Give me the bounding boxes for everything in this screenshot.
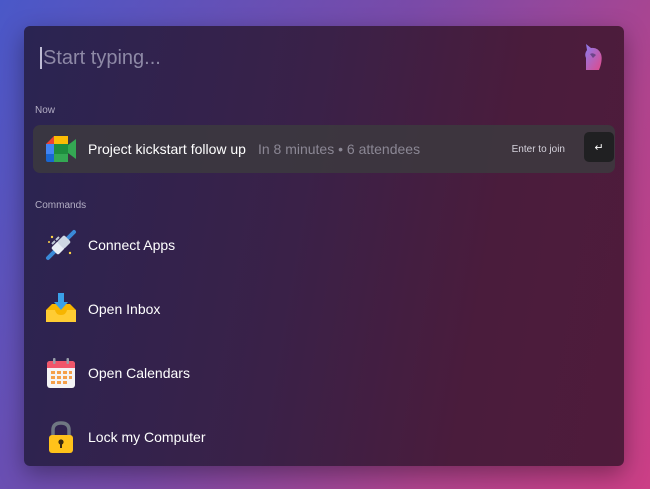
meeting-title: Project kickstart follow up [88, 141, 246, 157]
command-label: Open Calendars [88, 365, 190, 381]
lock-icon [49, 421, 73, 453]
command-label: Open Inbox [88, 301, 161, 317]
enter-key-button[interactable]: ↵ [584, 132, 614, 162]
command-label: Connect Apps [88, 237, 176, 253]
plug-icon [46, 230, 76, 260]
calendar-icon [47, 358, 75, 388]
command-label: Lock my Computer [88, 429, 206, 445]
command-connect-apps[interactable]: Connect Apps [33, 219, 615, 271]
text-cursor [40, 47, 42, 69]
inbox-icon [46, 293, 76, 322]
google-meet-icon [46, 136, 76, 162]
command-palette: Now Project kickstart follow up In 8 min… [24, 26, 624, 466]
search-bar[interactable] [40, 44, 560, 72]
command-open-inbox[interactable]: Open Inbox [33, 283, 615, 335]
section-label-commands: Commands [35, 200, 87, 211]
app-logo-icon [585, 44, 602, 70]
command-open-calendars[interactable]: Open Calendars [33, 347, 615, 399]
section-label-now: Now [35, 105, 56, 116]
meeting-meta: In 8 minutes • 6 attendees [257, 141, 421, 157]
search-input[interactable] [43, 46, 543, 70]
command-lock-computer[interactable]: Lock my Computer [33, 411, 615, 463]
enter-to-join-hint: Enter to join [511, 143, 565, 155]
upcoming-meeting-row[interactable]: Project kickstart follow up In 8 minutes… [33, 125, 615, 173]
